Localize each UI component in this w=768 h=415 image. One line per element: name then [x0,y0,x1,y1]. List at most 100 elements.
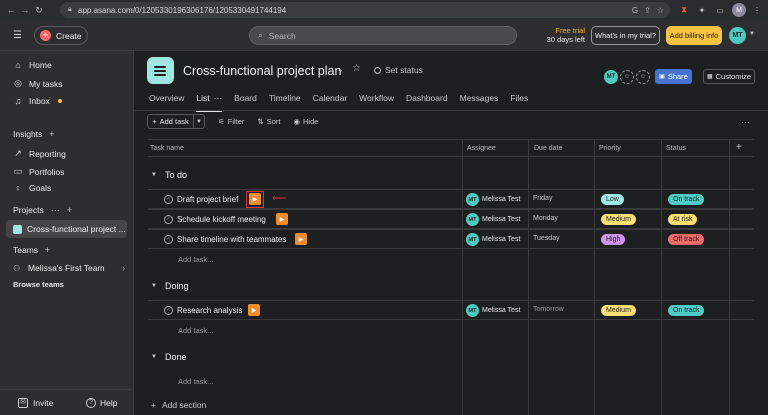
add-task-link[interactable]: Add task... [178,377,213,386]
tab-list[interactable]: List ··· [196,93,223,112]
assignee-cell[interactable]: MT Melissa Test [466,193,520,206]
priority-badge[interactable]: Medium [601,305,636,316]
tab-overview[interactable]: Overview [149,93,184,109]
sidebar-item-home[interactable]: ⌂ Home [13,60,51,70]
chevron-down-icon[interactable]: ▼ [749,31,755,37]
column-header-due-date[interactable]: Due date [534,145,562,152]
complete-check-icon[interactable]: ✓ [164,215,173,224]
due-date[interactable]: Tuesday [533,235,560,242]
column-header-task-name[interactable]: Task name [150,145,184,152]
more-icon[interactable]: ··· [51,205,60,215]
task-name[interactable]: Schedule kickoff meeting [177,215,266,224]
column-header-status[interactable]: Status [666,145,686,152]
tab-messages[interactable]: Messages [460,93,499,109]
chevron-down-icon[interactable]: ⌄ [337,65,344,74]
sidebar-item-goals[interactable]: ♀ Goals [13,183,52,193]
add-insight-icon[interactable]: + [49,129,54,139]
complete-check-icon[interactable]: ✓ [164,195,173,204]
due-date[interactable]: Tomorrow [533,306,564,313]
sidepanel-icon[interactable]: ▭ [713,3,727,17]
play-icon[interactable]: ▶ [276,213,288,225]
section-header[interactable]: ▼ Done [151,352,186,362]
tab-files[interactable]: Files [510,93,528,109]
play-icon[interactable]: ▶ [248,304,260,316]
tab-workflow[interactable]: Workflow [359,93,394,109]
more-options-icon[interactable]: ··· [741,117,750,127]
hamburger-icon[interactable]: ☰ [13,30,22,41]
help-button[interactable]: ? Help [86,398,117,408]
member-avatar[interactable]: MT [604,70,618,84]
add-task-link[interactable]: Add task... [178,326,213,335]
set-status-button[interactable]: Set status [374,65,423,75]
share-page-icon[interactable]: ⇪ [644,6,651,15]
add-team-icon[interactable]: + [45,245,50,255]
add-billing-button[interactable]: Add billing info [666,26,722,45]
google-icon[interactable]: G [632,6,638,15]
user-avatar[interactable]: MT [729,27,746,44]
priority-badge[interactable]: Medium [601,214,636,225]
back-icon[interactable]: ← [4,5,18,15]
forward-icon[interactable]: → [18,5,32,15]
task-name[interactable]: Share timeline with teammates [177,235,286,244]
table-row[interactable]: ✓ Share timeline with teammates ▶ MT Mel… [148,229,754,249]
customize-button[interactable]: ▦ Customize [703,69,755,84]
status-badge[interactable]: On track [668,194,705,205]
task-name[interactable]: Research analysis [177,306,242,315]
add-task-link[interactable]: Add task... [178,255,213,264]
share-button[interactable]: ▣ Share [655,69,692,84]
project-members[interactable]: MT ☺ ☺ [604,70,650,84]
due-date[interactable]: Monday [533,215,558,222]
priority-badge[interactable]: Low [601,194,624,205]
task-name[interactable]: Draft project brief [177,195,238,204]
search-input[interactable]: ⌕ Search [249,26,517,45]
table-row[interactable]: ✓ Draft project brief ▶ ⟵ MT Melissa Tes… [148,189,754,209]
play-icon[interactable]: ▶ [295,233,307,245]
sidebar-item-project[interactable]: Cross-functional project ... [6,220,127,238]
tab-timeline[interactable]: Timeline [269,93,301,109]
puzzle-icon[interactable]: ✦ [695,3,709,17]
sidebar-item-team[interactable]: ⚇ Melissa's First Team › [13,263,125,273]
person-icon[interactable]: ☺ [620,70,634,84]
tab-dashboard[interactable]: Dashboard [406,93,448,109]
more-icon[interactable]: ··· [214,93,223,103]
browser-profile-avatar[interactable]: M [732,3,746,17]
browse-teams-link[interactable]: Browse teams [13,280,64,289]
due-date[interactable]: Friday [533,195,552,202]
add-column-icon[interactable]: + [736,142,742,153]
sidebar-item-portfolios[interactable]: ▭ Portfolios [13,166,65,177]
status-badge[interactable]: Off track [668,234,705,245]
project-list-icon[interactable] [147,57,174,84]
sidebar-item-reporting[interactable]: ↗ Reporting [13,148,66,159]
whats-in-trial-button[interactable]: What's in my trial? [591,26,660,45]
play-icon[interactable]: ▶ [249,193,261,205]
assignee-cell[interactable]: MT Melissa Test [466,304,520,317]
star-icon[interactable]: ☆ [352,63,361,74]
bookmark-star-icon[interactable]: ☆ [657,6,664,15]
collapse-triangle-icon[interactable]: ▼ [151,354,157,360]
person-icon[interactable]: ☺ [636,70,650,84]
add-task-button[interactable]: + Add task [147,114,194,129]
address-bar[interactable]: 🔒︎ app.asana.com/0/1205330196306176/1205… [60,2,670,18]
tab-calendar[interactable]: Calendar [313,93,348,109]
assignee-cell[interactable]: MT Melissa Test [466,213,520,226]
add-project-icon[interactable]: + [67,205,72,215]
status-badge[interactable]: On track [668,305,705,316]
complete-check-icon[interactable]: ✓ [164,306,173,315]
assignee-cell[interactable]: MT Melissa Test [466,233,520,246]
priority-badge[interactable]: High [601,234,626,245]
project-title[interactable]: Cross-functional project plan [183,64,341,78]
section-header[interactable]: ▼ To do [151,170,187,180]
table-row[interactable]: ✓ Research analysis ▶ MT Melissa Test To… [148,300,754,320]
table-row[interactable]: ✓ Schedule kickoff meeting ▶ MT Melissa … [148,209,754,229]
extension-icon[interactable]: ⧗ [677,3,691,17]
add-section-button[interactable]: + Add section [151,400,206,410]
column-header-priority[interactable]: Priority [599,145,621,152]
complete-check-icon[interactable]: ✓ [164,235,173,244]
sidebar-item-inbox[interactable]: ♫ Inbox [13,96,62,106]
collapse-triangle-icon[interactable]: ▼ [151,172,157,178]
chevron-right-icon[interactable]: › [122,264,125,273]
add-task-menu-button[interactable]: ▼ [194,114,205,129]
invite-button[interactable]: ✉ Invite [18,398,53,408]
hide-button[interactable]: ◉ Hide [293,117,318,126]
reload-icon[interactable]: ↻ [32,5,46,16]
